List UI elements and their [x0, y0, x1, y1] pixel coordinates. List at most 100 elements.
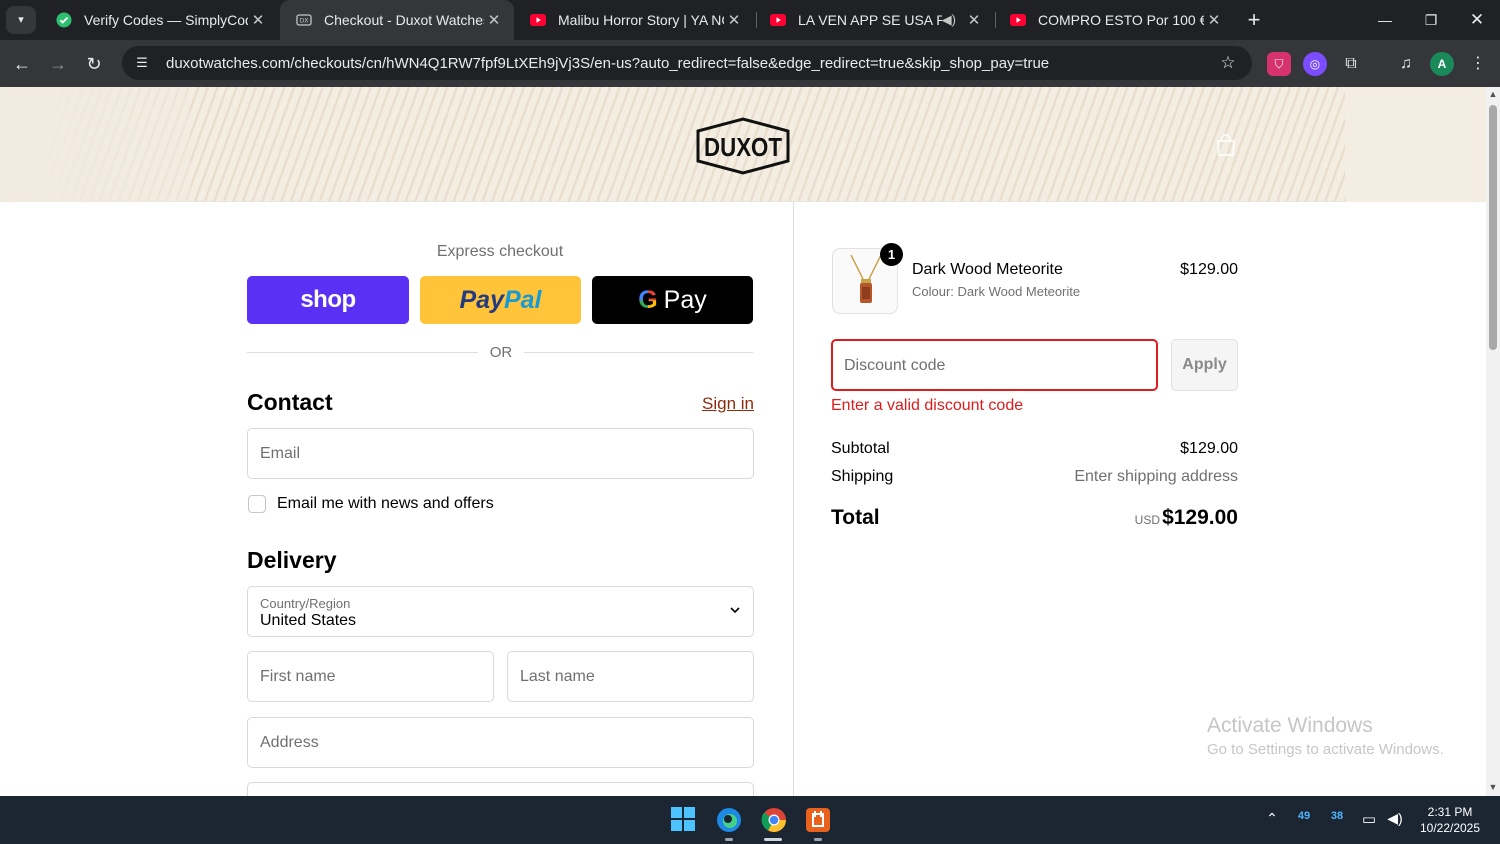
discount-placeholder: Discount code [844, 357, 946, 374]
country-label: Country/Region [260, 596, 351, 611]
activate-windows-title: Activate Windows [1207, 714, 1373, 737]
subtotal-value: $129.00 [1180, 440, 1238, 457]
volume-icon[interactable]: ◀) [1384, 810, 1406, 827]
reload-button[interactable]: ↻ [80, 50, 108, 78]
duxot-logo[interactable]: DUXOT [692, 117, 794, 175]
address-field[interactable]: Address [247, 717, 754, 768]
browser-toolbar: ← → ↻ ☰ duxotwatches.com/checkouts/cn/hW… [0, 40, 1500, 87]
profile-avatar[interactable]: A [1430, 52, 1454, 76]
total-value: $129.00 [1162, 506, 1238, 529]
back-button[interactable]: ← [8, 50, 36, 78]
banner-fade-right [1345, 87, 1486, 202]
total-label: Total [831, 506, 880, 529]
new-tab-button[interactable]: + [1240, 6, 1268, 34]
last-name-field[interactable]: Last name [507, 651, 754, 702]
tab-youtube-2[interactable]: LA VEN APP SE USA PARA F ◀) ✕ [754, 0, 994, 40]
first-name-field[interactable]: First name [247, 651, 494, 702]
next-field[interactable] [247, 782, 754, 796]
close-tab-icon[interactable]: ✕ [484, 11, 504, 29]
tab-title: LA VEN APP SE USA PARA F [798, 12, 942, 28]
tab-title: Verify Codes — SimplyCodes [84, 12, 248, 28]
puzzle-extensions-icon[interactable]: ⧉ [1339, 52, 1363, 76]
tab-title: COMPRO ESTO Por 100 € es IM [1038, 12, 1204, 28]
scroll-down-arrow-icon[interactable]: ▼ [1486, 782, 1500, 792]
sign-in-link[interactable]: Sign in [690, 394, 754, 414]
close-tab-icon[interactable]: ✕ [724, 11, 744, 29]
google-pay-button[interactable]: G Pay [592, 276, 753, 324]
paypal-label-pay: Pay [459, 285, 504, 314]
extension-icon[interactable]: ◎ [1303, 52, 1327, 76]
duxot-icon: DX [296, 12, 312, 28]
discount-error-message: Enter a valid discount code [831, 397, 1024, 414]
subtotal-label: Subtotal [831, 440, 890, 457]
banner-fade-left [0, 87, 190, 202]
close-window-button[interactable]: ✕ [1454, 0, 1500, 40]
country-value: United States [260, 612, 357, 629]
shop-pay-button[interactable]: shop [247, 276, 409, 324]
close-tab-icon[interactable]: ✕ [248, 11, 268, 29]
forward-button[interactable]: → [44, 50, 72, 78]
google-g-icon: G [638, 285, 658, 314]
discount-code-field[interactable]: Discount code [831, 339, 1158, 391]
address-placeholder: Address [260, 734, 319, 751]
clock-time: 2:31 PM [1427, 805, 1473, 819]
quantity-badge: 1 [880, 243, 903, 266]
checkout-page: DUXOT Express checkout shop Pay Pal G Pay … [0, 87, 1486, 796]
show-hidden-icons-icon[interactable]: ⌃ [1262, 810, 1282, 827]
edge-icon[interactable] [715, 806, 743, 834]
country-select[interactable]: Country/Region United States [247, 586, 754, 637]
speaker-icon[interactable]: ◀) [942, 12, 956, 28]
tab-youtube-1[interactable]: Malibu Horror Story | YA NO QU ✕ [514, 0, 754, 40]
edge-running-indicator [725, 838, 733, 841]
youtube-icon [1010, 12, 1026, 28]
tab-title: Checkout - Duxot Watches [324, 12, 484, 28]
youtube-icon [770, 12, 786, 28]
email-field[interactable]: Email [247, 428, 754, 479]
minimize-button[interactable]: — [1362, 0, 1408, 40]
newsletter-checkbox[interactable] [248, 495, 266, 513]
page-scrollbar[interactable]: ▲ ▼ [1486, 87, 1500, 796]
product-variant: Colour: Dark Wood Meteorite [912, 284, 1081, 299]
apply-discount-button[interactable]: Apply [1171, 339, 1238, 391]
url-text[interactable]: duxotwatches.com/checkouts/cn/hWN4Q1RW7f… [166, 55, 1216, 72]
windows-start-icon[interactable] [670, 806, 698, 834]
tray-indicator-2[interactable]: 38 [1326, 810, 1348, 822]
tab-search-button[interactable]: ▾ [6, 6, 36, 34]
tray-indicator-1[interactable]: 49 [1293, 810, 1315, 822]
restore-button[interactable]: ❐ [1408, 0, 1454, 40]
shopping-bag-icon[interactable] [1214, 133, 1238, 157]
shipping-label: Shipping [831, 468, 894, 485]
menu-kebab-icon[interactable]: ⋮ [1466, 52, 1490, 76]
paypal-button[interactable]: Pay Pal [420, 276, 581, 324]
network-icon[interactable]: ▭ [1358, 810, 1380, 828]
media-control-icon[interactable]: ♫ [1394, 52, 1418, 76]
ublock-extension-icon[interactable]: ⛉ [1267, 52, 1291, 76]
paypal-label-pal: Pal [503, 285, 542, 314]
close-tab-icon[interactable]: ✕ [964, 11, 984, 29]
bookmark-star-icon[interactable]: ☆ [1216, 53, 1240, 73]
simplycodes-icon [56, 12, 72, 28]
youtube-icon [530, 12, 546, 28]
contact-heading: Contact [247, 389, 333, 415]
chrome-active-indicator [764, 838, 782, 841]
tab-checkout[interactable]: DX Checkout - Duxot Watches ✕ [280, 0, 514, 40]
or-divider-left [247, 352, 478, 353]
shop-pay-label: shop [300, 286, 356, 313]
chrome-icon[interactable] [760, 806, 788, 834]
newsletter-label[interactable]: Email me with news and offers [277, 495, 494, 513]
chevron-down-icon [729, 603, 741, 619]
shipping-value: Enter shipping address [1074, 468, 1238, 485]
close-tab-icon[interactable]: ✕ [1204, 11, 1224, 29]
tab-simplycodes[interactable]: Verify Codes — SimplyCodes ✕ [40, 0, 278, 40]
tab-youtube-3[interactable]: COMPRO ESTO Por 100 € es IM ✕ [994, 0, 1234, 40]
scroll-up-arrow-icon[interactable]: ▲ [1486, 89, 1500, 99]
address-bar[interactable]: ☰ duxotwatches.com/checkouts/cn/hWN4Q1RW… [122, 46, 1252, 80]
or-divider-right [524, 352, 753, 353]
product-price: $129.00 [1180, 261, 1238, 278]
app-icon[interactable] [804, 806, 832, 834]
first-name-placeholder: First name [260, 668, 336, 685]
taskbar-clock[interactable]: 2:31 PM 10/22/2025 [1410, 804, 1490, 836]
scrollbar-thumb[interactable] [1489, 105, 1497, 350]
site-info-icon[interactable]: ☰ [132, 55, 152, 71]
app-running-indicator [814, 838, 822, 841]
